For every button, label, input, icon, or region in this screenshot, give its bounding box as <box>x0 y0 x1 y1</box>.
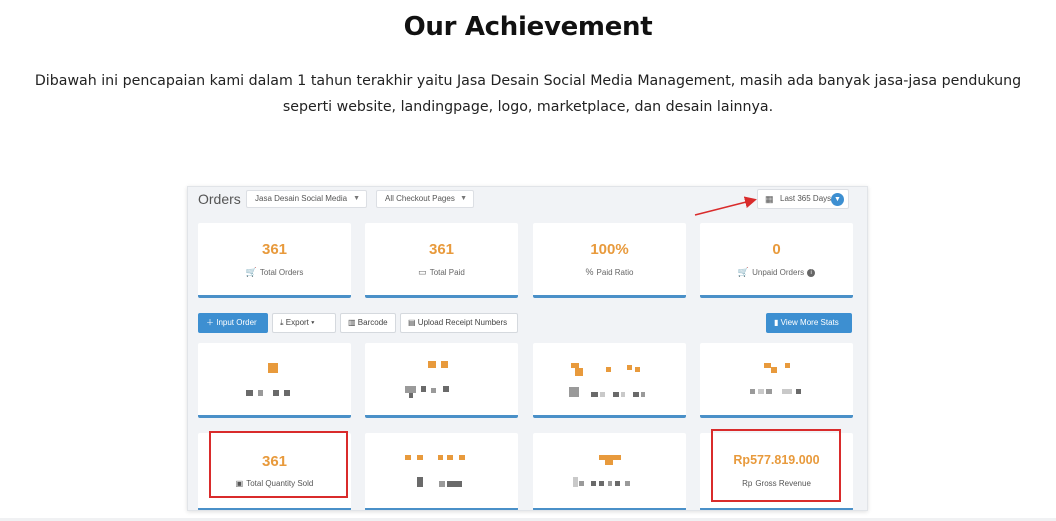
annotation-arrow <box>694 196 757 216</box>
